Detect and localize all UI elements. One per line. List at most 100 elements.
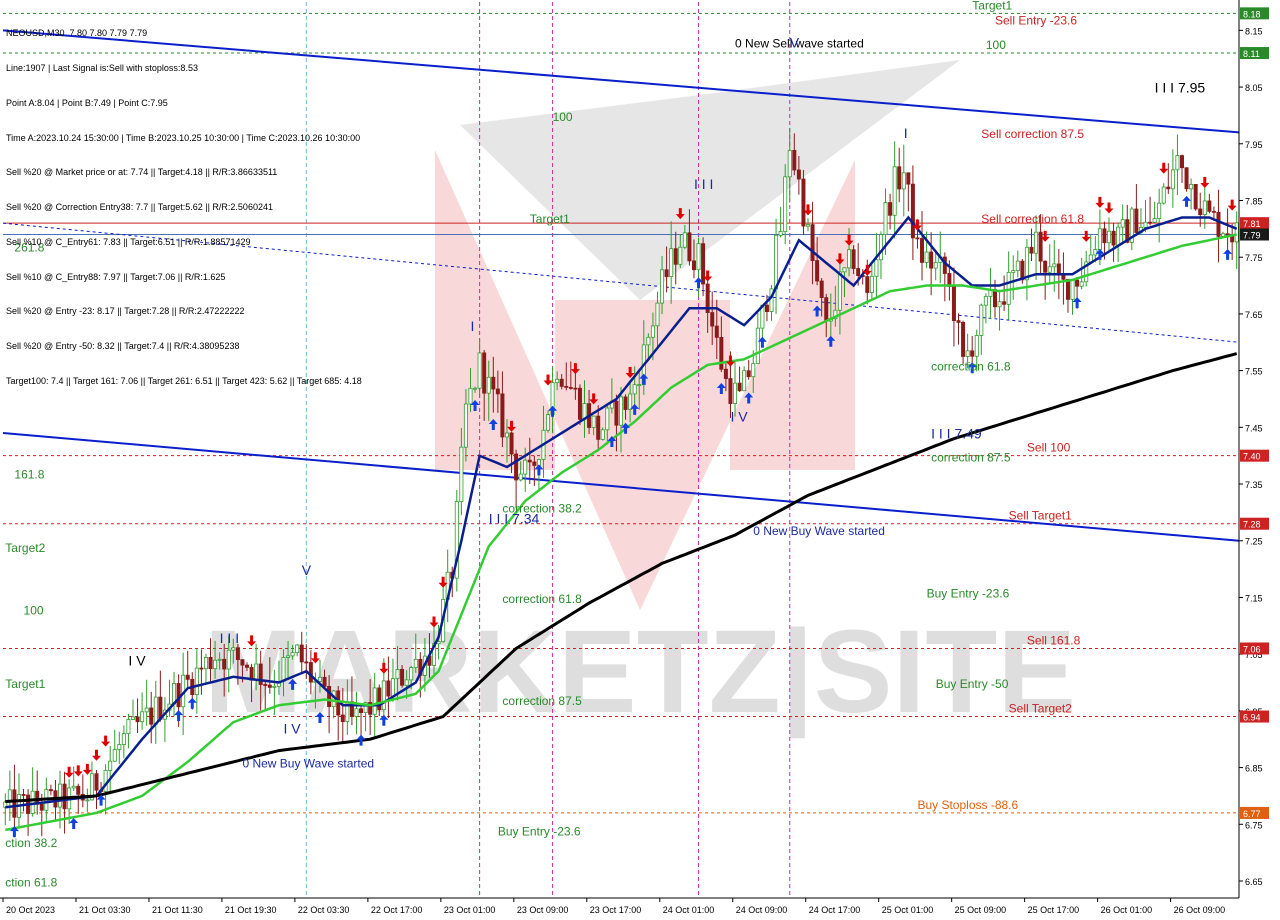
candle-body bbox=[199, 667, 204, 670]
candle-body bbox=[468, 387, 473, 405]
candle-body bbox=[359, 708, 364, 714]
candle-body bbox=[961, 322, 966, 357]
candle-body bbox=[842, 267, 847, 273]
price-tag-label: 6.94 bbox=[1243, 713, 1261, 723]
x-tick-label: 25 Oct 09:00 bbox=[955, 905, 1007, 915]
candle-body bbox=[1065, 278, 1070, 300]
candle-body bbox=[778, 231, 783, 236]
annotation: I I I bbox=[694, 176, 713, 192]
candle-body bbox=[217, 658, 222, 661]
candle-body bbox=[322, 676, 327, 687]
annotation: I V bbox=[128, 652, 146, 668]
annotation: correction 87.5 bbox=[931, 450, 1011, 464]
candle-body bbox=[678, 246, 683, 265]
annotation: I bbox=[904, 125, 908, 141]
annotation: 0 New Buy Wave started bbox=[242, 757, 374, 771]
candle-body bbox=[222, 658, 227, 670]
candle-body bbox=[103, 769, 108, 792]
buy-arrow bbox=[187, 697, 197, 709]
candle-body bbox=[600, 429, 605, 440]
candle-body bbox=[1193, 184, 1198, 210]
candle-body bbox=[231, 647, 236, 651]
x-tick-label: 21 Oct 03:30 bbox=[79, 905, 131, 915]
candle-body bbox=[646, 336, 651, 346]
candle-body bbox=[719, 336, 724, 370]
info-line: Sell %20 @ Market price or at: 7.74 || T… bbox=[6, 167, 278, 178]
candle-body bbox=[924, 251, 929, 263]
candle-body bbox=[951, 286, 956, 322]
info-line: Line:1907 | Last Signal is:Sell with sto… bbox=[6, 62, 198, 73]
candle-body bbox=[477, 352, 482, 389]
candle-body bbox=[30, 790, 35, 814]
annotation: correction 61.8 bbox=[931, 360, 1011, 374]
candle-body bbox=[463, 403, 468, 448]
candle-body bbox=[1189, 184, 1194, 190]
x-tick-label: 25 Oct 17:00 bbox=[1028, 905, 1080, 915]
candle-body bbox=[1038, 231, 1043, 262]
candle-body bbox=[390, 678, 395, 697]
annotation: I I I 7.95 bbox=[1155, 80, 1206, 96]
candle-body bbox=[1234, 222, 1239, 243]
candle-body bbox=[637, 384, 642, 387]
candle-body bbox=[983, 295, 988, 306]
candle-body bbox=[746, 370, 751, 378]
candle-body bbox=[628, 393, 633, 410]
candle-body bbox=[1011, 270, 1016, 273]
x-tick-label: 22 Oct 03:30 bbox=[298, 905, 350, 915]
candle-body bbox=[523, 459, 528, 475]
candle-body bbox=[619, 396, 623, 426]
level-label: Buy Stoploss -88.6 bbox=[917, 798, 1018, 812]
x-tick-label: 21 Oct 11:30 bbox=[152, 905, 203, 915]
candle-body bbox=[701, 243, 706, 285]
candle-body bbox=[491, 376, 496, 390]
candle-body bbox=[682, 232, 687, 248]
candle-body bbox=[691, 260, 696, 271]
candle-body bbox=[564, 385, 569, 388]
level-label: 100 bbox=[986, 38, 1006, 52]
y-tick-label: 7.35 bbox=[1245, 480, 1263, 490]
candle-body bbox=[1143, 221, 1148, 228]
buy-arrow bbox=[174, 710, 184, 722]
x-tick-label: 20 Oct 2023 bbox=[6, 905, 55, 915]
candle-body bbox=[235, 647, 240, 661]
candle-body bbox=[650, 325, 655, 338]
candle-body bbox=[126, 719, 131, 735]
candle-body bbox=[48, 789, 53, 792]
annotation: Sell correction 61.8 bbox=[981, 212, 1084, 226]
buy-arrow bbox=[1182, 195, 1192, 207]
candle-body bbox=[12, 789, 17, 818]
candle-body bbox=[1002, 301, 1007, 305]
candle-body bbox=[500, 393, 505, 438]
candle-body bbox=[121, 733, 126, 745]
candle-body bbox=[915, 237, 920, 240]
candle-body bbox=[1148, 221, 1153, 224]
candle-body bbox=[546, 414, 551, 431]
candle-body bbox=[130, 716, 135, 720]
annotation: I I I 7.34 bbox=[489, 511, 540, 527]
candle-body bbox=[733, 382, 738, 404]
candle-body bbox=[495, 388, 500, 395]
candle-body bbox=[486, 376, 491, 394]
candle-body bbox=[655, 302, 660, 327]
buy-arrow bbox=[69, 818, 79, 830]
chart-window: MARKETZ|SITE Target1 100 Sell 100 Sell Targ… bbox=[0, 0, 1280, 920]
level-label: Sell 161.8 bbox=[1027, 633, 1081, 647]
candle-body bbox=[185, 674, 190, 680]
candle-body bbox=[737, 382, 742, 392]
candle-body bbox=[555, 378, 560, 384]
candle-body bbox=[1161, 186, 1166, 204]
candle-body bbox=[1216, 211, 1221, 237]
candle-body bbox=[504, 432, 509, 438]
y-tick-label: 7.95 bbox=[1245, 140, 1263, 150]
sell-arrow bbox=[1095, 196, 1105, 208]
candle-body bbox=[76, 785, 81, 795]
y-tick-label: 7.55 bbox=[1245, 367, 1263, 377]
candle-body bbox=[108, 760, 113, 771]
sell-arrow bbox=[1104, 202, 1114, 214]
level-label: Sell 100 bbox=[1027, 441, 1071, 455]
sell-arrow bbox=[1159, 162, 1169, 174]
candle-body bbox=[997, 301, 1002, 308]
candle-body bbox=[1157, 202, 1162, 220]
candle-body bbox=[892, 166, 897, 216]
candle-body bbox=[149, 707, 154, 725]
